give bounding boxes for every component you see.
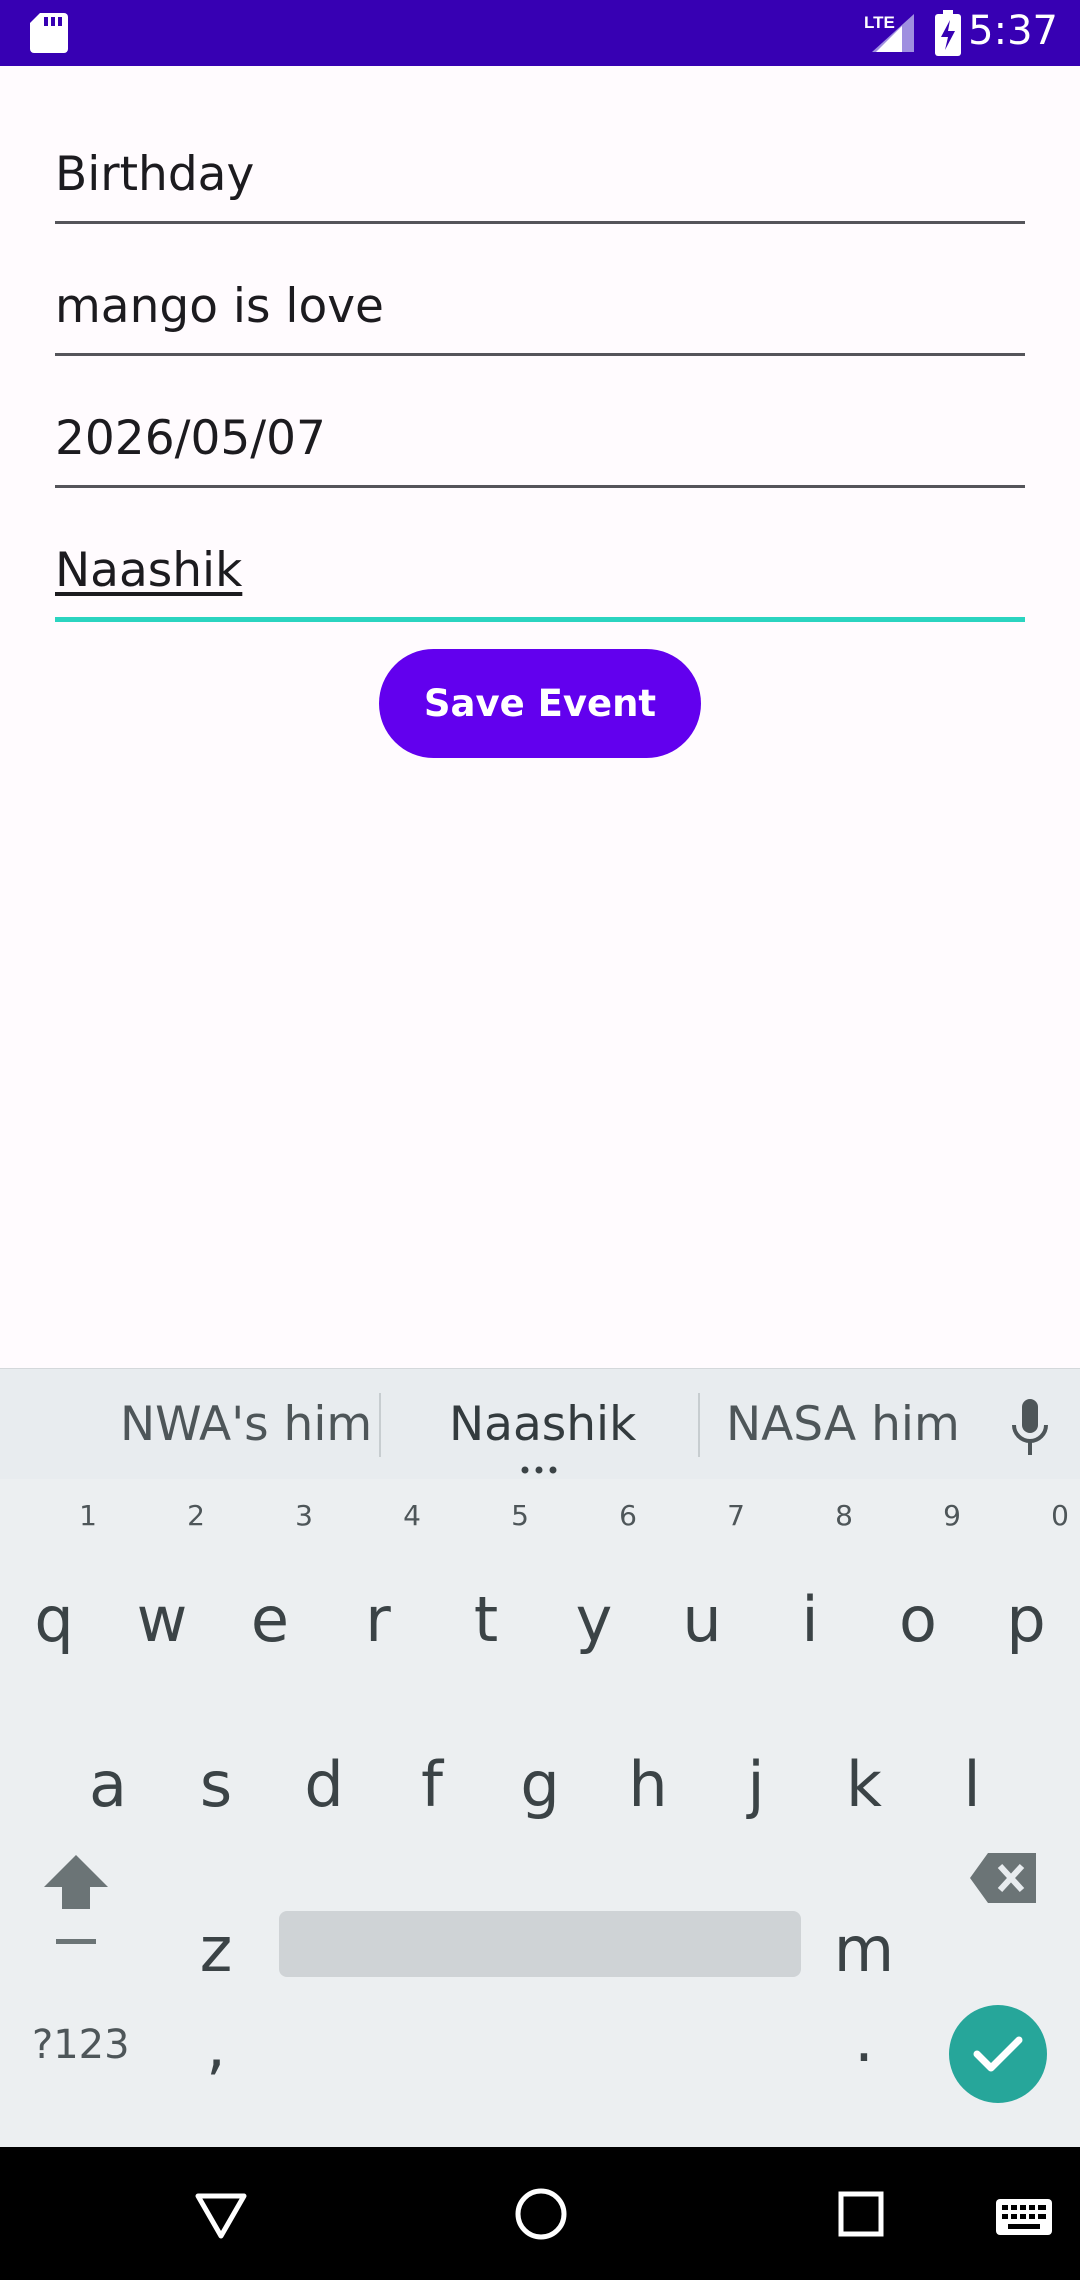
event-title-value: Birthday [55, 147, 255, 202]
key-h[interactable]: h [594, 1748, 702, 1821]
key-p[interactable]: p [972, 1583, 1080, 1656]
signal-icon [872, 14, 914, 52]
key-hint-4: 4 [403, 1499, 421, 1532]
period-key[interactable]: . [810, 2003, 918, 2076]
suggestion-divider [698, 1393, 700, 1457]
shift-icon[interactable] [44, 1855, 108, 1945]
keyboard-keys: ?123 , . q1w2e3r4t5y6u7i8o9p0asdfghjklzx… [0, 1479, 1080, 2148]
enter-key[interactable] [949, 2005, 1047, 2103]
event-name-value: Naashik [55, 543, 243, 598]
field-underline [55, 485, 1025, 488]
key-z[interactable]: z [162, 1913, 270, 1986]
navigation-bar [0, 2147, 1080, 2280]
key-a[interactable]: a [54, 1748, 162, 1821]
status-bar: LTE 5:37 [0, 0, 1080, 66]
keyboard-icon[interactable] [996, 2199, 1052, 2235]
suggestion-strip: NWA's him Naashik NASA him [0, 1369, 1080, 1479]
save-event-button[interactable]: Save Event [379, 649, 701, 758]
key-i[interactable]: i [756, 1583, 864, 1656]
key-u[interactable]: u [648, 1583, 756, 1656]
field-underline [55, 221, 1025, 224]
recents-icon[interactable] [838, 2191, 884, 2237]
symbols-key[interactable]: ?123 [32, 2022, 130, 2068]
suggestion-divider [379, 1393, 381, 1457]
key-hint-5: 5 [511, 1499, 529, 1532]
key-hint-0: 0 [1051, 1499, 1069, 1532]
home-icon[interactable] [514, 2187, 568, 2241]
event-description-field[interactable]: mango is love [55, 279, 1025, 356]
checkmark-icon [973, 2036, 1023, 2072]
field-underline [55, 353, 1025, 356]
key-hint-6: 6 [619, 1499, 637, 1532]
event-date-value: 2026/05/07 [55, 411, 326, 466]
key-hint-2: 2 [187, 1499, 205, 1532]
event-title-field[interactable]: Birthday [55, 147, 1025, 224]
suggestion-left[interactable]: NWA's him [120, 1397, 372, 1452]
comma-key[interactable]: , [162, 2009, 270, 2082]
more-suggestions-icon[interactable] [519, 1466, 559, 1474]
key-e[interactable]: e [216, 1583, 324, 1656]
suggestion-center[interactable]: Naashik [449, 1397, 636, 1452]
sd-card-icon [30, 13, 68, 53]
key-g[interactable]: g [486, 1748, 594, 1821]
key-d[interactable]: d [270, 1748, 378, 1821]
key-y[interactable]: y [540, 1583, 648, 1656]
key-q[interactable]: q [0, 1583, 108, 1656]
backspace-icon[interactable] [970, 1853, 1036, 1903]
key-s[interactable]: s [162, 1748, 270, 1821]
key-k[interactable]: k [810, 1748, 918, 1821]
clock: 5:37 [968, 8, 1058, 54]
back-icon[interactable] [195, 2193, 247, 2239]
key-m[interactable]: m [810, 1913, 918, 1986]
key-hint-3: 3 [295, 1499, 313, 1532]
key-f[interactable]: f [378, 1748, 486, 1821]
key-l[interactable]: l [918, 1748, 1026, 1821]
key-hint-8: 8 [835, 1499, 853, 1532]
key-r[interactable]: r [324, 1583, 432, 1656]
event-description-value: mango is love [55, 279, 384, 334]
field-underline-focused [55, 617, 1025, 622]
key-j[interactable]: j [702, 1748, 810, 1821]
event-date-field[interactable]: 2026/05/07 [55, 411, 1025, 488]
battery-charging-icon [935, 10, 961, 56]
key-hint-9: 9 [943, 1499, 961, 1532]
microphone-icon[interactable] [1008, 1399, 1052, 1457]
suggestion-right[interactable]: NASA him [726, 1397, 960, 1452]
key-hint-1: 1 [79, 1499, 97, 1532]
space-bar[interactable] [279, 1911, 801, 1977]
key-w[interactable]: w [108, 1583, 216, 1656]
key-t[interactable]: t [432, 1583, 540, 1656]
soft-keyboard: NWA's him Naashik NASA him ?123 , . q 1 … [0, 1368, 1080, 2148]
key-hint-7: 7 [727, 1499, 745, 1532]
event-name-field[interactable]: Naashik [55, 543, 1025, 622]
key-o[interactable]: o [864, 1583, 972, 1656]
